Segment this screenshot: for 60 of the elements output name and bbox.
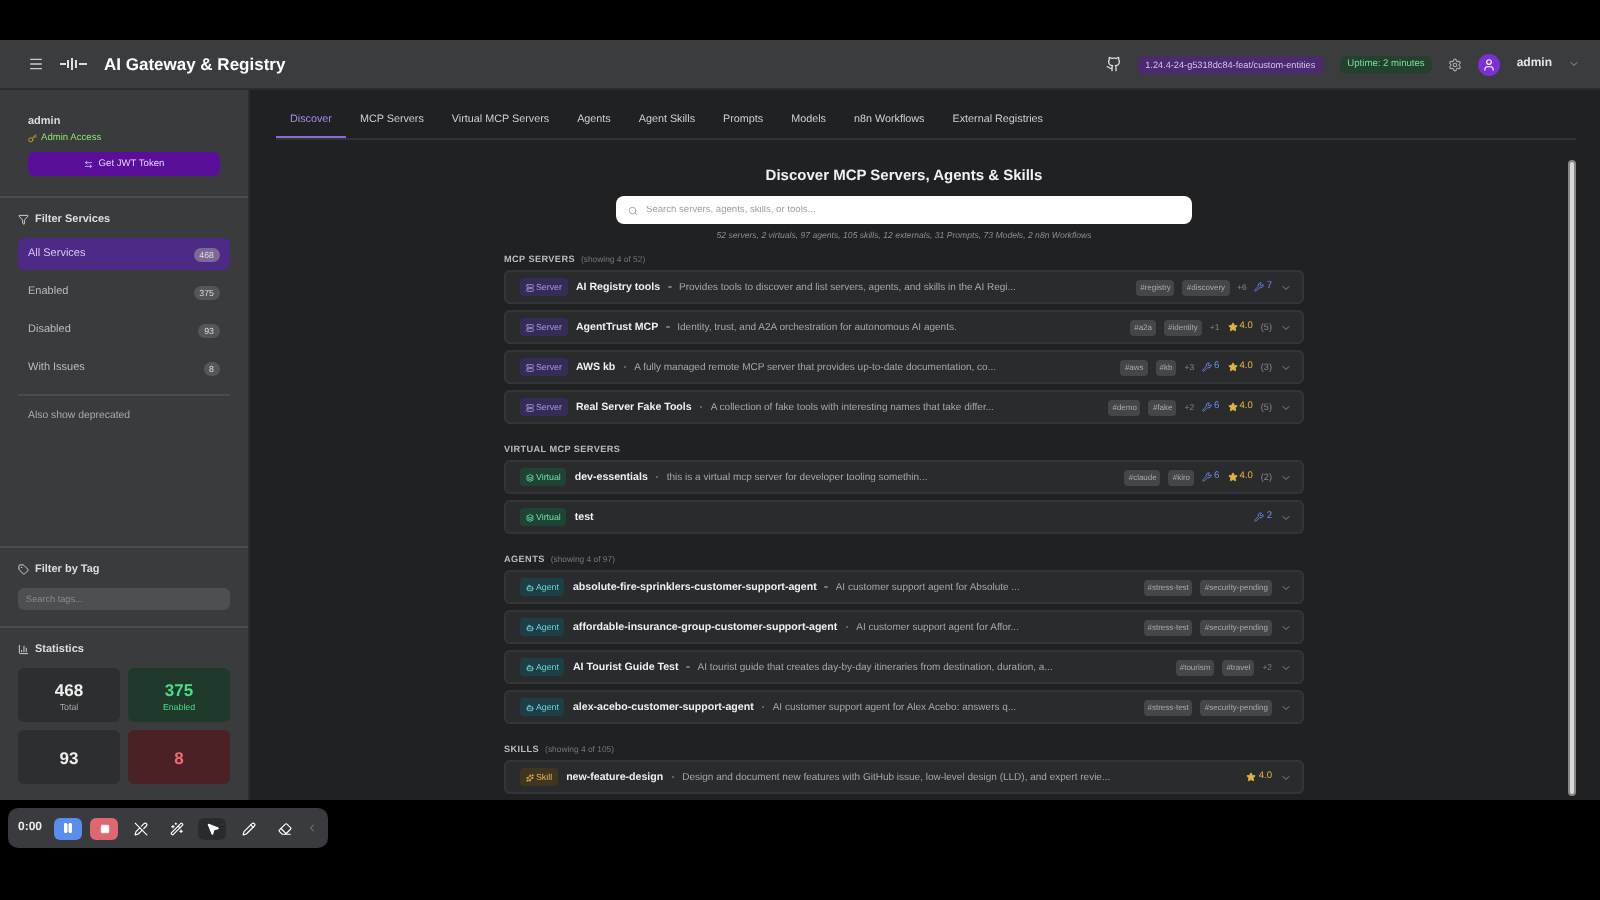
chevron-down-icon[interactable] (1568, 58, 1580, 70)
filter-icon (18, 214, 29, 226)
wrench-icon (1254, 282, 1265, 292)
search-icon (628, 205, 638, 215)
chevron-down-icon[interactable] (1280, 321, 1292, 333)
chevron-down-icon[interactable] (1280, 401, 1292, 413)
type-icon (526, 773, 534, 781)
stat-value: 93 (59, 747, 79, 767)
stop-button[interactable] (90, 817, 119, 839)
collapse-icon[interactable] (306, 822, 319, 834)
type-icon (526, 323, 534, 331)
type-icon (526, 363, 534, 371)
tag-icon (18, 564, 29, 576)
wrench-icon (1202, 362, 1213, 372)
pen-off-icon (133, 821, 148, 835)
github-icon[interactable] (1105, 56, 1122, 72)
chevron-down-icon[interactable] (1280, 621, 1292, 633)
pointer-button[interactable] (198, 817, 227, 839)
chevron-down-icon[interactable] (1280, 771, 1292, 783)
star-icon (1227, 472, 1238, 482)
star-icon (1227, 362, 1238, 372)
chevron-down-icon[interactable] (1280, 471, 1292, 483)
wrench-icon (1202, 402, 1213, 412)
star-icon (1246, 772, 1257, 782)
eraser-icon (277, 821, 292, 835)
type-icon (526, 623, 534, 631)
waveform-logo-icon (60, 58, 88, 70)
chevron-down-icon[interactable] (1280, 361, 1292, 373)
app-title: AI Gateway & Registry (104, 54, 286, 74)
pause-button[interactable] (54, 817, 83, 839)
type-icon (526, 283, 534, 291)
stat-value: 375 (164, 679, 194, 699)
key-icon (28, 134, 37, 144)
type-icon (526, 583, 534, 591)
star-icon (1227, 402, 1238, 412)
wand-icon (169, 821, 184, 835)
pencil-icon (241, 821, 256, 835)
chevron-down-icon[interactable] (1280, 661, 1292, 673)
chevron-down-icon[interactable] (1280, 581, 1292, 593)
stop-icon (99, 823, 110, 833)
scrollbar[interactable] (1568, 160, 1576, 796)
star-icon (1227, 322, 1238, 332)
arrows-icon (83, 159, 93, 169)
chevron-down-icon[interactable] (1280, 281, 1292, 293)
type-icon (526, 403, 534, 411)
type-icon (526, 663, 534, 671)
wrench-icon (1202, 472, 1213, 482)
stat-value: 8 (174, 747, 184, 767)
pause-icon (62, 822, 75, 834)
type-icon (526, 473, 534, 481)
pointer-icon (205, 821, 220, 835)
bar-chart-icon (18, 644, 29, 656)
stat-value: 468 (54, 679, 84, 699)
settings-icon[interactable] (1448, 57, 1463, 71)
type-icon (526, 703, 534, 711)
chevron-down-icon[interactable] (1280, 511, 1292, 523)
menu-icon[interactable] (28, 56, 44, 72)
wrench-icon (1254, 512, 1265, 522)
type-icon (526, 513, 534, 521)
chevron-down-icon[interactable] (1280, 701, 1292, 713)
